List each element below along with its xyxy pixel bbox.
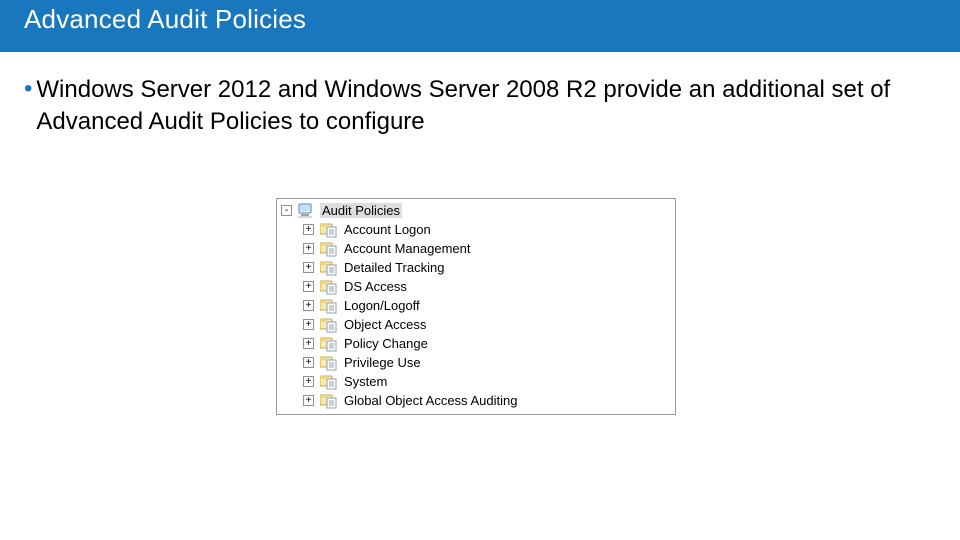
tree-item-label: Account Logon	[342, 222, 433, 237]
tree-item-label: Account Management	[342, 241, 472, 256]
tree-item-label: Object Access	[342, 317, 428, 332]
expander-plus-icon[interactable]: +	[303, 300, 314, 311]
tree-item-label: Logon/Logoff	[342, 298, 422, 313]
tree-item-system[interactable]: + System	[279, 372, 673, 391]
folder-doc-icon	[320, 336, 338, 352]
folder-doc-icon	[320, 298, 338, 314]
tree-item-label: Privilege Use	[342, 355, 423, 370]
expander-plus-icon[interactable]: +	[303, 395, 314, 406]
folder-doc-icon	[320, 393, 338, 409]
audit-policies-tree: - Audit Policies +	[276, 198, 676, 415]
expander-plus-icon[interactable]: +	[303, 224, 314, 235]
tree-item-account-logon[interactable]: + Account Logon	[279, 220, 673, 239]
title-bar: Advanced Audit Policies	[0, 0, 960, 52]
folder-doc-icon	[320, 317, 338, 333]
tree-item-account-management[interactable]: + Account Management	[279, 239, 673, 258]
expander-plus-icon[interactable]: +	[303, 338, 314, 349]
tree-item-object-access[interactable]: + Object Access	[279, 315, 673, 334]
folder-doc-icon	[320, 279, 338, 295]
folder-doc-icon	[320, 222, 338, 238]
expander-plus-icon[interactable]: +	[303, 281, 314, 292]
folder-doc-icon	[320, 374, 338, 390]
folder-doc-icon	[320, 241, 338, 257]
tree-item-privilege-use[interactable]: + Privilege Use	[279, 353, 673, 372]
expander-minus-icon[interactable]: -	[281, 205, 292, 216]
tree-item-label: DS Access	[342, 279, 409, 294]
expander-plus-icon[interactable]: +	[303, 319, 314, 330]
bullet-dot-icon: •	[24, 74, 36, 104]
expander-plus-icon[interactable]: +	[303, 262, 314, 273]
expander-plus-icon[interactable]: +	[303, 243, 314, 254]
tree-item-global-object-access-auditing[interactable]: + Global Object Access Auditing	[279, 391, 673, 410]
tree-item-label: System	[342, 374, 389, 389]
tree-root-label[interactable]: Audit Policies	[320, 203, 402, 218]
computer-icon	[298, 203, 316, 219]
tree-item-label: Policy Change	[342, 336, 430, 351]
tree-item-ds-access[interactable]: + DS Access	[279, 277, 673, 296]
tree-item-policy-change[interactable]: + Policy Change	[279, 334, 673, 353]
folder-doc-icon	[320, 260, 338, 276]
expander-plus-icon[interactable]: +	[303, 357, 314, 368]
tree-item-detailed-tracking[interactable]: + Detailed Tracking	[279, 258, 673, 277]
tree-item-label: Detailed Tracking	[342, 260, 446, 275]
slide-body: • Windows Server 2012 and Windows Server…	[0, 52, 960, 415]
expander-plus-icon[interactable]: +	[303, 376, 314, 387]
tree-item-logon-logoff[interactable]: + Logon/Logoff	[279, 296, 673, 315]
tree-item-label: Global Object Access Auditing	[342, 393, 519, 408]
bullet-item: • Windows Server 2012 and Windows Server…	[24, 74, 928, 138]
tree-root-row[interactable]: - Audit Policies	[279, 201, 673, 220]
bullet-text: Windows Server 2012 and Windows Server 2…	[36, 74, 928, 138]
slide-title: Advanced Audit Policies	[24, 4, 306, 35]
folder-doc-icon	[320, 355, 338, 371]
